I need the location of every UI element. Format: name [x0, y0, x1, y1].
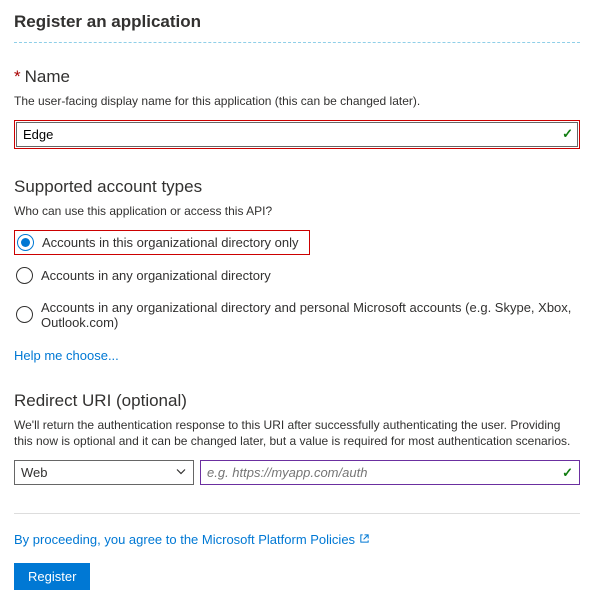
redirect-uri-row: Web ✓	[14, 460, 580, 485]
name-heading-text: Name	[25, 67, 70, 86]
radio-icon	[17, 234, 34, 251]
redirect-uri-section: Redirect URI (optional) We'll return the…	[14, 391, 580, 486]
check-icon: ✓	[562, 465, 573, 481]
radio-option-any-org-personal[interactable]: Accounts in any organizational directory…	[14, 296, 580, 334]
help-me-choose-link[interactable]: Help me choose...	[14, 348, 119, 363]
radio-option-any-org[interactable]: Accounts in any organizational directory	[14, 263, 580, 288]
radio-label: Accounts in any organizational directory…	[41, 300, 578, 330]
redirect-type-value: Web	[21, 465, 48, 480]
radio-icon	[16, 306, 33, 323]
name-input-wrapper: ✓	[14, 120, 580, 149]
platform-policies-link[interactable]: By proceeding, you agree to the Microsof…	[14, 532, 370, 547]
name-section: *Name The user-facing display name for t…	[14, 67, 580, 149]
account-types-heading: Supported account types	[14, 177, 580, 197]
check-icon: ✓	[562, 126, 573, 142]
platform-policies-text: By proceeding, you agree to the Microsof…	[14, 532, 355, 547]
name-heading: *Name	[14, 67, 580, 87]
radio-icon	[16, 267, 33, 284]
radio-label: Accounts in this organizational director…	[42, 235, 299, 250]
redirect-heading: Redirect URI (optional)	[14, 391, 580, 411]
redirect-uri-input-wrapper: ✓	[200, 460, 580, 485]
account-types-radio-group: Accounts in this organizational director…	[14, 230, 580, 334]
redirect-uri-input[interactable]	[201, 461, 579, 484]
header-separator	[14, 42, 580, 43]
page-title: Register an application	[14, 12, 580, 42]
redirect-type-select[interactable]: Web	[14, 460, 194, 485]
radio-option-org-only[interactable]: Accounts in this organizational director…	[14, 230, 310, 255]
radio-label: Accounts in any organizational directory	[41, 268, 271, 283]
chevron-down-icon	[175, 465, 187, 480]
name-helper: The user-facing display name for this ap…	[14, 93, 580, 110]
required-asterisk: *	[14, 67, 21, 86]
redirect-helper: We'll return the authentication response…	[14, 417, 580, 451]
name-input[interactable]	[16, 122, 578, 147]
footer-separator	[14, 513, 580, 514]
account-types-section: Supported account types Who can use this…	[14, 177, 580, 363]
account-types-helper: Who can use this application or access t…	[14, 203, 580, 220]
external-link-icon	[359, 532, 370, 547]
register-button[interactable]: Register	[14, 563, 90, 590]
